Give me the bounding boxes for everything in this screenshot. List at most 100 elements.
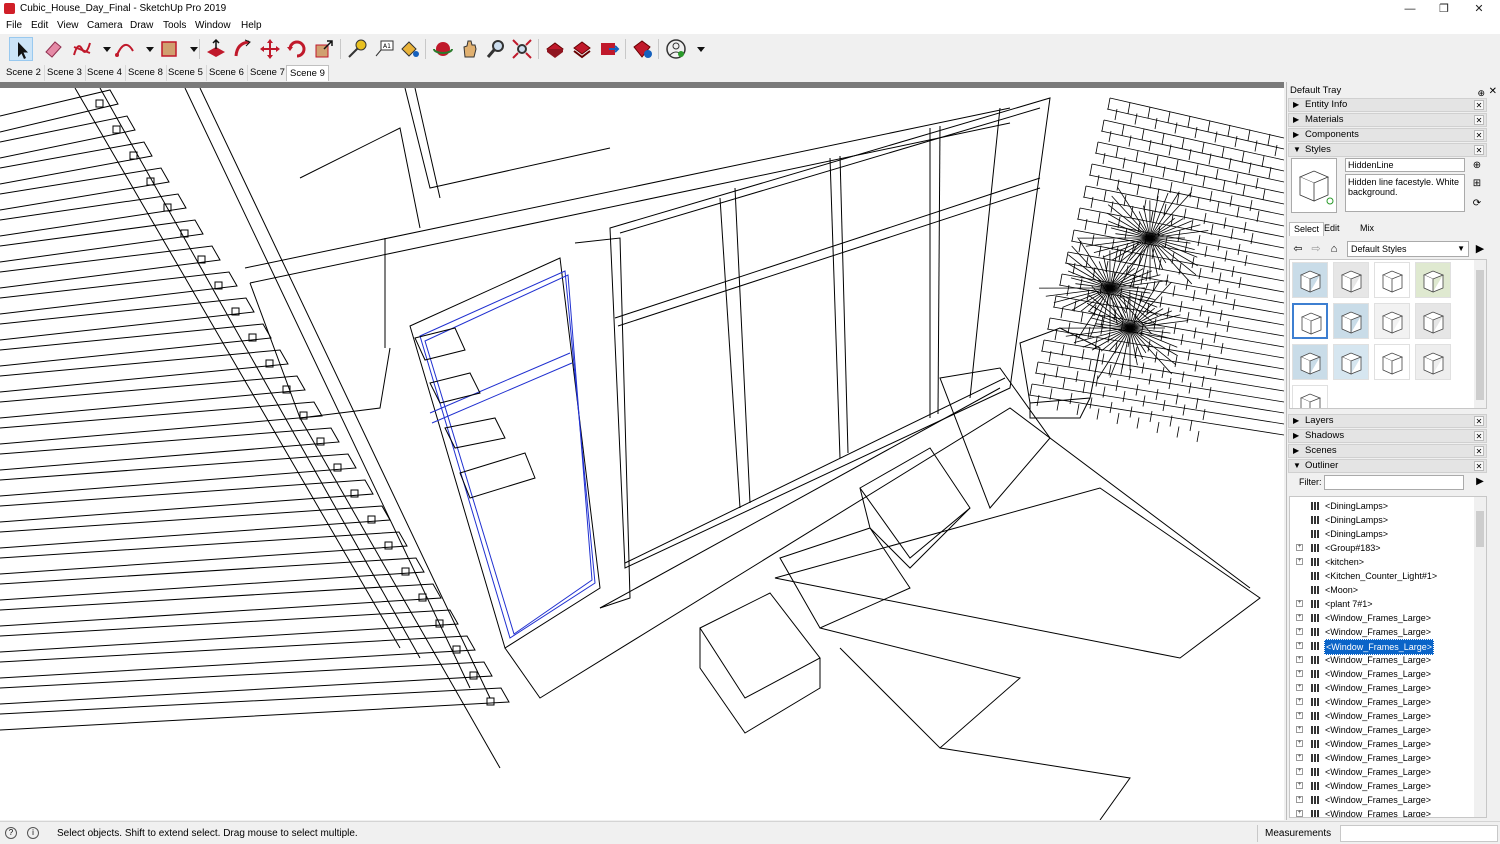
panel-layers[interactable]: ▶ Layers ✕: [1288, 414, 1487, 428]
outliner-row[interactable]: <Kitchen_Counter_Light#1>: [1290, 569, 1470, 583]
tab-edit[interactable]: Edit: [1320, 222, 1344, 236]
account-icon[interactable]: [664, 37, 688, 61]
close-icon[interactable]: ✕: [1474, 145, 1484, 155]
menu-camera[interactable]: Camera: [87, 20, 123, 31]
panel-styles[interactable]: ▼ Styles ✕: [1288, 143, 1487, 157]
tab-scene-4[interactable]: Scene 4: [84, 65, 126, 81]
line-icon[interactable]: [70, 37, 94, 61]
minimize-button[interactable]: —: [1399, 1, 1421, 17]
tape-measure-icon[interactable]: [345, 37, 369, 61]
back-icon[interactable]: ⇦: [1291, 242, 1305, 256]
menu-draw[interactable]: Draw: [130, 20, 153, 31]
outliner-row[interactable]: + <Window_Frames_Large>: [1290, 807, 1470, 817]
outliner-row[interactable]: + <Group#183>: [1290, 541, 1470, 555]
scale-icon[interactable]: [312, 37, 336, 61]
outliner-row[interactable]: + <Window_Frames_Large>: [1290, 723, 1470, 737]
zoom-extents-icon[interactable]: [510, 37, 534, 61]
text-icon[interactable]: A1: [372, 37, 396, 61]
outliner-row[interactable]: + <Window_Frames_Large>: [1290, 765, 1470, 779]
outliner-row[interactable]: <DiningLamps>: [1290, 499, 1470, 513]
expand-icon[interactable]: +: [1296, 768, 1303, 775]
outliner-row[interactable]: + <Window_Frames_Large>: [1290, 751, 1470, 765]
expand-icon[interactable]: +: [1296, 698, 1303, 705]
style-swatch[interactable]: [1374, 262, 1410, 298]
expand-icon[interactable]: +: [1296, 810, 1303, 817]
panel-materials[interactable]: ▶ Materials ✕: [1288, 113, 1487, 127]
panel-scenes[interactable]: ▶ Scenes ✕: [1288, 444, 1487, 458]
menu-file[interactable]: File: [6, 20, 22, 31]
close-button[interactable]: ✕: [1468, 1, 1490, 17]
follow-me-icon[interactable]: [231, 37, 255, 61]
paint-bucket-icon[interactable]: [397, 37, 421, 61]
outliner-row[interactable]: + <Window_Frames_Large>: [1290, 695, 1470, 709]
close-icon[interactable]: ✕: [1489, 85, 1497, 99]
panel-entity-info[interactable]: ▶ Entity Info ✕: [1288, 98, 1487, 112]
tab-select[interactable]: Select: [1289, 222, 1325, 236]
style-swatch[interactable]: [1415, 303, 1451, 339]
forward-icon[interactable]: ⇨: [1309, 242, 1323, 256]
help-icon[interactable]: ?: [5, 827, 17, 839]
info-icon[interactable]: i: [27, 827, 39, 839]
details-icon[interactable]: ▶: [1473, 242, 1487, 256]
outliner-row[interactable]: + <Window_Frames_Large>: [1290, 709, 1470, 723]
warehouse-icon[interactable]: [543, 37, 567, 61]
chevron-down-icon[interactable]: [95, 37, 111, 61]
expand-icon[interactable]: +: [1296, 614, 1303, 621]
chevron-down-icon[interactable]: [138, 37, 154, 61]
outliner-row[interactable]: + <Window_Frames_Large>: [1290, 681, 1470, 695]
outliner-row[interactable]: + <Window_Frames_Large>: [1290, 653, 1470, 667]
expand-icon[interactable]: +: [1296, 796, 1303, 803]
home-icon[interactable]: ⌂: [1327, 242, 1341, 256]
rotate-icon[interactable]: [285, 37, 309, 61]
expand-icon[interactable]: +: [1296, 600, 1303, 607]
menu-edit[interactable]: Edit: [31, 20, 48, 31]
close-icon[interactable]: ✕: [1474, 100, 1484, 110]
close-icon[interactable]: ✕: [1474, 461, 1484, 471]
tab-scene-2[interactable]: Scene 2: [3, 65, 45, 81]
update-style-icon[interactable]: ⟳: [1471, 198, 1483, 210]
outliner-row[interactable]: <Moon>: [1290, 583, 1470, 597]
expand-icon[interactable]: +: [1296, 670, 1303, 677]
expand-icon[interactable]: +: [1296, 712, 1303, 719]
tab-scene-9[interactable]: Scene 9: [286, 65, 329, 81]
outliner-row[interactable]: <DiningLamps>: [1290, 513, 1470, 527]
tab-scene-3[interactable]: Scene 3: [44, 65, 86, 81]
layout-icon[interactable]: [597, 37, 621, 61]
push-pull-icon[interactable]: [204, 37, 228, 61]
close-icon[interactable]: ✕: [1474, 431, 1484, 441]
expand-icon[interactable]: +: [1296, 684, 1303, 691]
style-swatch[interactable]: [1292, 303, 1328, 339]
outliner-row[interactable]: + <Window_Frames_Large>: [1290, 611, 1470, 625]
select-icon[interactable]: [9, 37, 33, 61]
outliner-row[interactable]: + <Window_Frames_Large>: [1290, 779, 1470, 793]
tab-mix[interactable]: Mix: [1356, 222, 1378, 236]
outliner-row[interactable]: <DiningLamps>: [1290, 527, 1470, 541]
outliner-row[interactable]: + <Window_Frames_Large>: [1290, 625, 1470, 639]
pan-icon[interactable]: [458, 37, 482, 61]
outliner-row[interactable]: + <plant 7#1>: [1290, 597, 1470, 611]
style-swatch[interactable]: [1292, 344, 1328, 380]
tab-scene-6[interactable]: Scene 6: [206, 65, 248, 81]
expand-icon[interactable]: +: [1296, 628, 1303, 635]
style-swatch[interactable]: [1292, 385, 1328, 408]
rectangle-icon[interactable]: [157, 37, 181, 61]
menu-view[interactable]: View: [57, 20, 79, 31]
close-icon[interactable]: ✕: [1474, 416, 1484, 426]
expand-icon[interactable]: +: [1296, 754, 1303, 761]
filter-input[interactable]: [1324, 475, 1464, 490]
style-name-field[interactable]: HiddenLine: [1345, 158, 1465, 172]
chevron-down-icon[interactable]: [689, 37, 705, 61]
expand-icon[interactable]: +: [1296, 544, 1303, 551]
style-swatch[interactable]: [1415, 262, 1451, 298]
outliner-row[interactable]: + <Window_Frames_Large>: [1290, 639, 1470, 655]
zoom-icon[interactable]: [484, 37, 508, 61]
details-icon[interactable]: ▶: [1473, 475, 1487, 489]
expand-icon[interactable]: +: [1296, 726, 1303, 733]
panel-components[interactable]: ▶ Components ✕: [1288, 128, 1487, 142]
extension-warehouse-icon[interactable]: [570, 37, 594, 61]
expand-icon[interactable]: +: [1296, 558, 1303, 565]
create-style-icon[interactable]: ⊕: [1471, 160, 1483, 172]
orbit-icon[interactable]: [431, 37, 455, 61]
expand-icon[interactable]: +: [1296, 782, 1303, 789]
style-swatch[interactable]: [1333, 262, 1369, 298]
